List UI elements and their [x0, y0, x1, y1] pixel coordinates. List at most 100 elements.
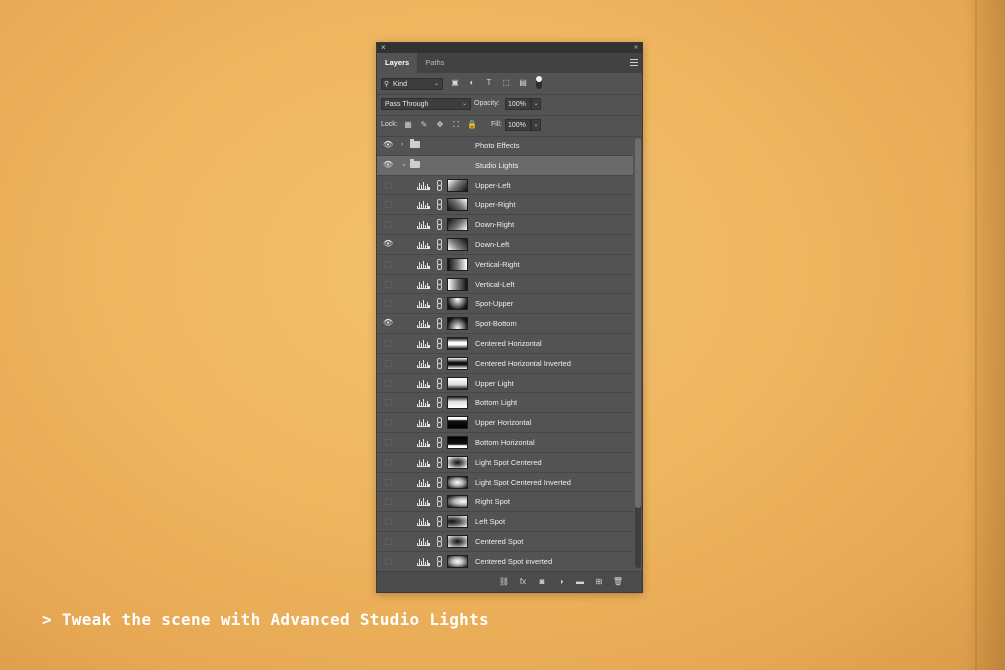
mask-link-icon[interactable] [437, 416, 442, 429]
mask-link-icon[interactable] [437, 337, 442, 349]
mask-link-icon[interactable] [437, 436, 442, 448]
filter-toggle[interactable] [536, 76, 542, 89]
lock-all-icon[interactable]: 🔒 [467, 119, 477, 131]
layer-mask-thumbnail[interactable] [447, 317, 468, 331]
layer-row[interactable]: Spot-Upper [377, 294, 633, 315]
mask-link-icon[interactable] [437, 238, 442, 250]
eye-icon[interactable]: 👁 [383, 319, 393, 327]
layer-style-icon[interactable]: fx [517, 575, 529, 588]
layer-row[interactable]: Centered Spot inverted [377, 552, 633, 570]
layer-row[interactable]: Centered Horizontal [377, 334, 633, 354]
visibility-toggle[interactable] [383, 299, 393, 308]
lock-image-icon[interactable]: ✎ [419, 119, 429, 131]
eye-icon[interactable]: 👁 [383, 239, 393, 248]
new-layer-icon[interactable]: ⊞ [593, 575, 605, 588]
delete-layer-icon[interactable]: 🗑 [612, 575, 624, 588]
visibility-toggle[interactable] [383, 359, 393, 367]
layer-mask-thumbnail[interactable] [447, 277, 468, 291]
group-row-photo-effects[interactable]: 👁 › Photo Effects [377, 136, 633, 156]
eye-icon[interactable]: 👁 [383, 141, 393, 149]
visibility-toggle[interactable] [383, 557, 393, 565]
new-adjustment-icon[interactable]: ◑ [555, 575, 567, 588]
layer-row[interactable]: Upper-Right [377, 195, 633, 216]
layer-mask-thumbnail[interactable] [447, 554, 468, 568]
opacity-dropdown-icon[interactable]: ⌄ [531, 98, 541, 110]
layer-mask-thumbnail[interactable] [447, 336, 468, 350]
tab-layers[interactable]: Layers [377, 53, 418, 73]
scrollbar-thumb[interactable] [635, 138, 641, 508]
visibility-toggle[interactable] [383, 220, 393, 229]
layer-mask-thumbnail[interactable] [447, 376, 468, 390]
blend-mode-select[interactable]: Pass Through ⌄ [381, 98, 471, 110]
layer-row[interactable]: Upper Horizontal [377, 413, 633, 433]
layer-row[interactable]: Bottom Light [377, 393, 633, 414]
mask-link-icon[interactable] [437, 377, 442, 389]
mask-link-icon[interactable] [437, 515, 442, 528]
lock-artboard-icon[interactable]: ⛶ [451, 119, 461, 131]
adjustment-filter-icon[interactable]: ◐ [466, 77, 478, 89]
visibility-toggle[interactable] [383, 200, 393, 209]
mask-link-icon[interactable] [437, 555, 442, 567]
layer-mask-thumbnail[interactable] [447, 534, 468, 548]
visibility-toggle[interactable] [383, 260, 393, 268]
visibility-toggle[interactable] [383, 398, 393, 407]
layer-mask-thumbnail[interactable] [447, 356, 468, 370]
mask-link-icon[interactable] [437, 396, 442, 409]
fill-dropdown-icon[interactable]: ⌄ [531, 119, 541, 131]
mask-link-icon[interactable] [437, 218, 442, 231]
layer-mask-thumbnail[interactable] [447, 475, 468, 489]
collapse-icon[interactable]: « [634, 43, 638, 53]
mask-link-icon[interactable] [437, 476, 442, 488]
eye-icon[interactable]: 👁 [383, 160, 393, 169]
opacity-field[interactable]: 100% [505, 98, 531, 110]
layer-row[interactable]: Vertical-Left [377, 275, 633, 295]
smart-object-filter-icon[interactable]: ▤ [517, 77, 529, 89]
add-mask-icon[interactable]: ◙ [536, 575, 548, 588]
layer-row[interactable]: Light Spot Centered [377, 453, 633, 473]
link-layers-icon[interactable]: ⛓ [498, 575, 510, 588]
mask-link-icon[interactable] [437, 317, 442, 330]
layer-mask-thumbnail[interactable] [447, 178, 468, 192]
close-icon[interactable]: × [381, 43, 386, 53]
mask-link-icon[interactable] [437, 179, 442, 191]
visibility-toggle[interactable] [383, 339, 393, 347]
mask-link-icon[interactable] [437, 297, 442, 310]
lock-transparent-icon[interactable]: ▦ [403, 119, 413, 131]
layer-mask-thumbnail[interactable] [447, 218, 468, 232]
tab-paths[interactable]: Paths [417, 53, 452, 73]
pixel-filter-icon[interactable]: ▣ [449, 77, 461, 89]
visibility-toggle[interactable] [383, 517, 393, 526]
scrollbar[interactable] [635, 138, 641, 568]
layer-row[interactable]: Light Spot Centered Inverted [377, 473, 633, 493]
layer-mask-thumbnail[interactable] [447, 237, 468, 251]
layer-row[interactable]: 👁 Spot-Bottom [377, 314, 633, 334]
layer-row[interactable]: Left Spot [377, 512, 633, 532]
group-row-studio-lights[interactable]: 👁 ⌄ Studio Lights [377, 155, 633, 176]
layer-mask-thumbnail[interactable] [447, 297, 468, 311]
layer-row[interactable]: Upper-Left [377, 176, 633, 196]
visibility-toggle[interactable] [383, 181, 393, 189]
new-group-icon[interactable]: ▬ [574, 575, 586, 588]
chevron-down-icon[interactable]: ⌄ [401, 159, 407, 171]
layer-row[interactable]: Bottom Horizontal [377, 433, 633, 453]
shape-filter-icon[interactable]: ⬚ [500, 77, 512, 89]
layer-mask-thumbnail[interactable] [447, 495, 468, 509]
layer-row[interactable]: 👁 Down-Left [377, 235, 633, 255]
visibility-toggle[interactable] [383, 418, 393, 427]
layer-mask-thumbnail[interactable] [447, 515, 468, 529]
visibility-toggle[interactable] [383, 280, 393, 288]
layer-row[interactable]: Centered Horizontal Inverted [377, 354, 633, 374]
kind-filter-select[interactable]: ⚲ Kind ⌄ [381, 78, 443, 90]
layer-mask-thumbnail[interactable] [447, 416, 468, 430]
layer-mask-thumbnail[interactable] [447, 396, 468, 410]
type-filter-icon[interactable]: T [483, 77, 495, 89]
visibility-toggle[interactable] [383, 379, 393, 387]
mask-link-icon[interactable] [437, 456, 442, 468]
lock-position-icon[interactable]: ✥ [435, 119, 445, 131]
panel-menu-icon[interactable] [630, 57, 638, 68]
mask-link-icon[interactable] [437, 535, 442, 547]
layer-row[interactable]: Centered Spot [377, 532, 633, 552]
layer-row[interactable]: Vertical-Right [377, 255, 633, 275]
layer-mask-thumbnail[interactable] [447, 435, 468, 449]
fill-field[interactable]: 100% [505, 119, 531, 131]
